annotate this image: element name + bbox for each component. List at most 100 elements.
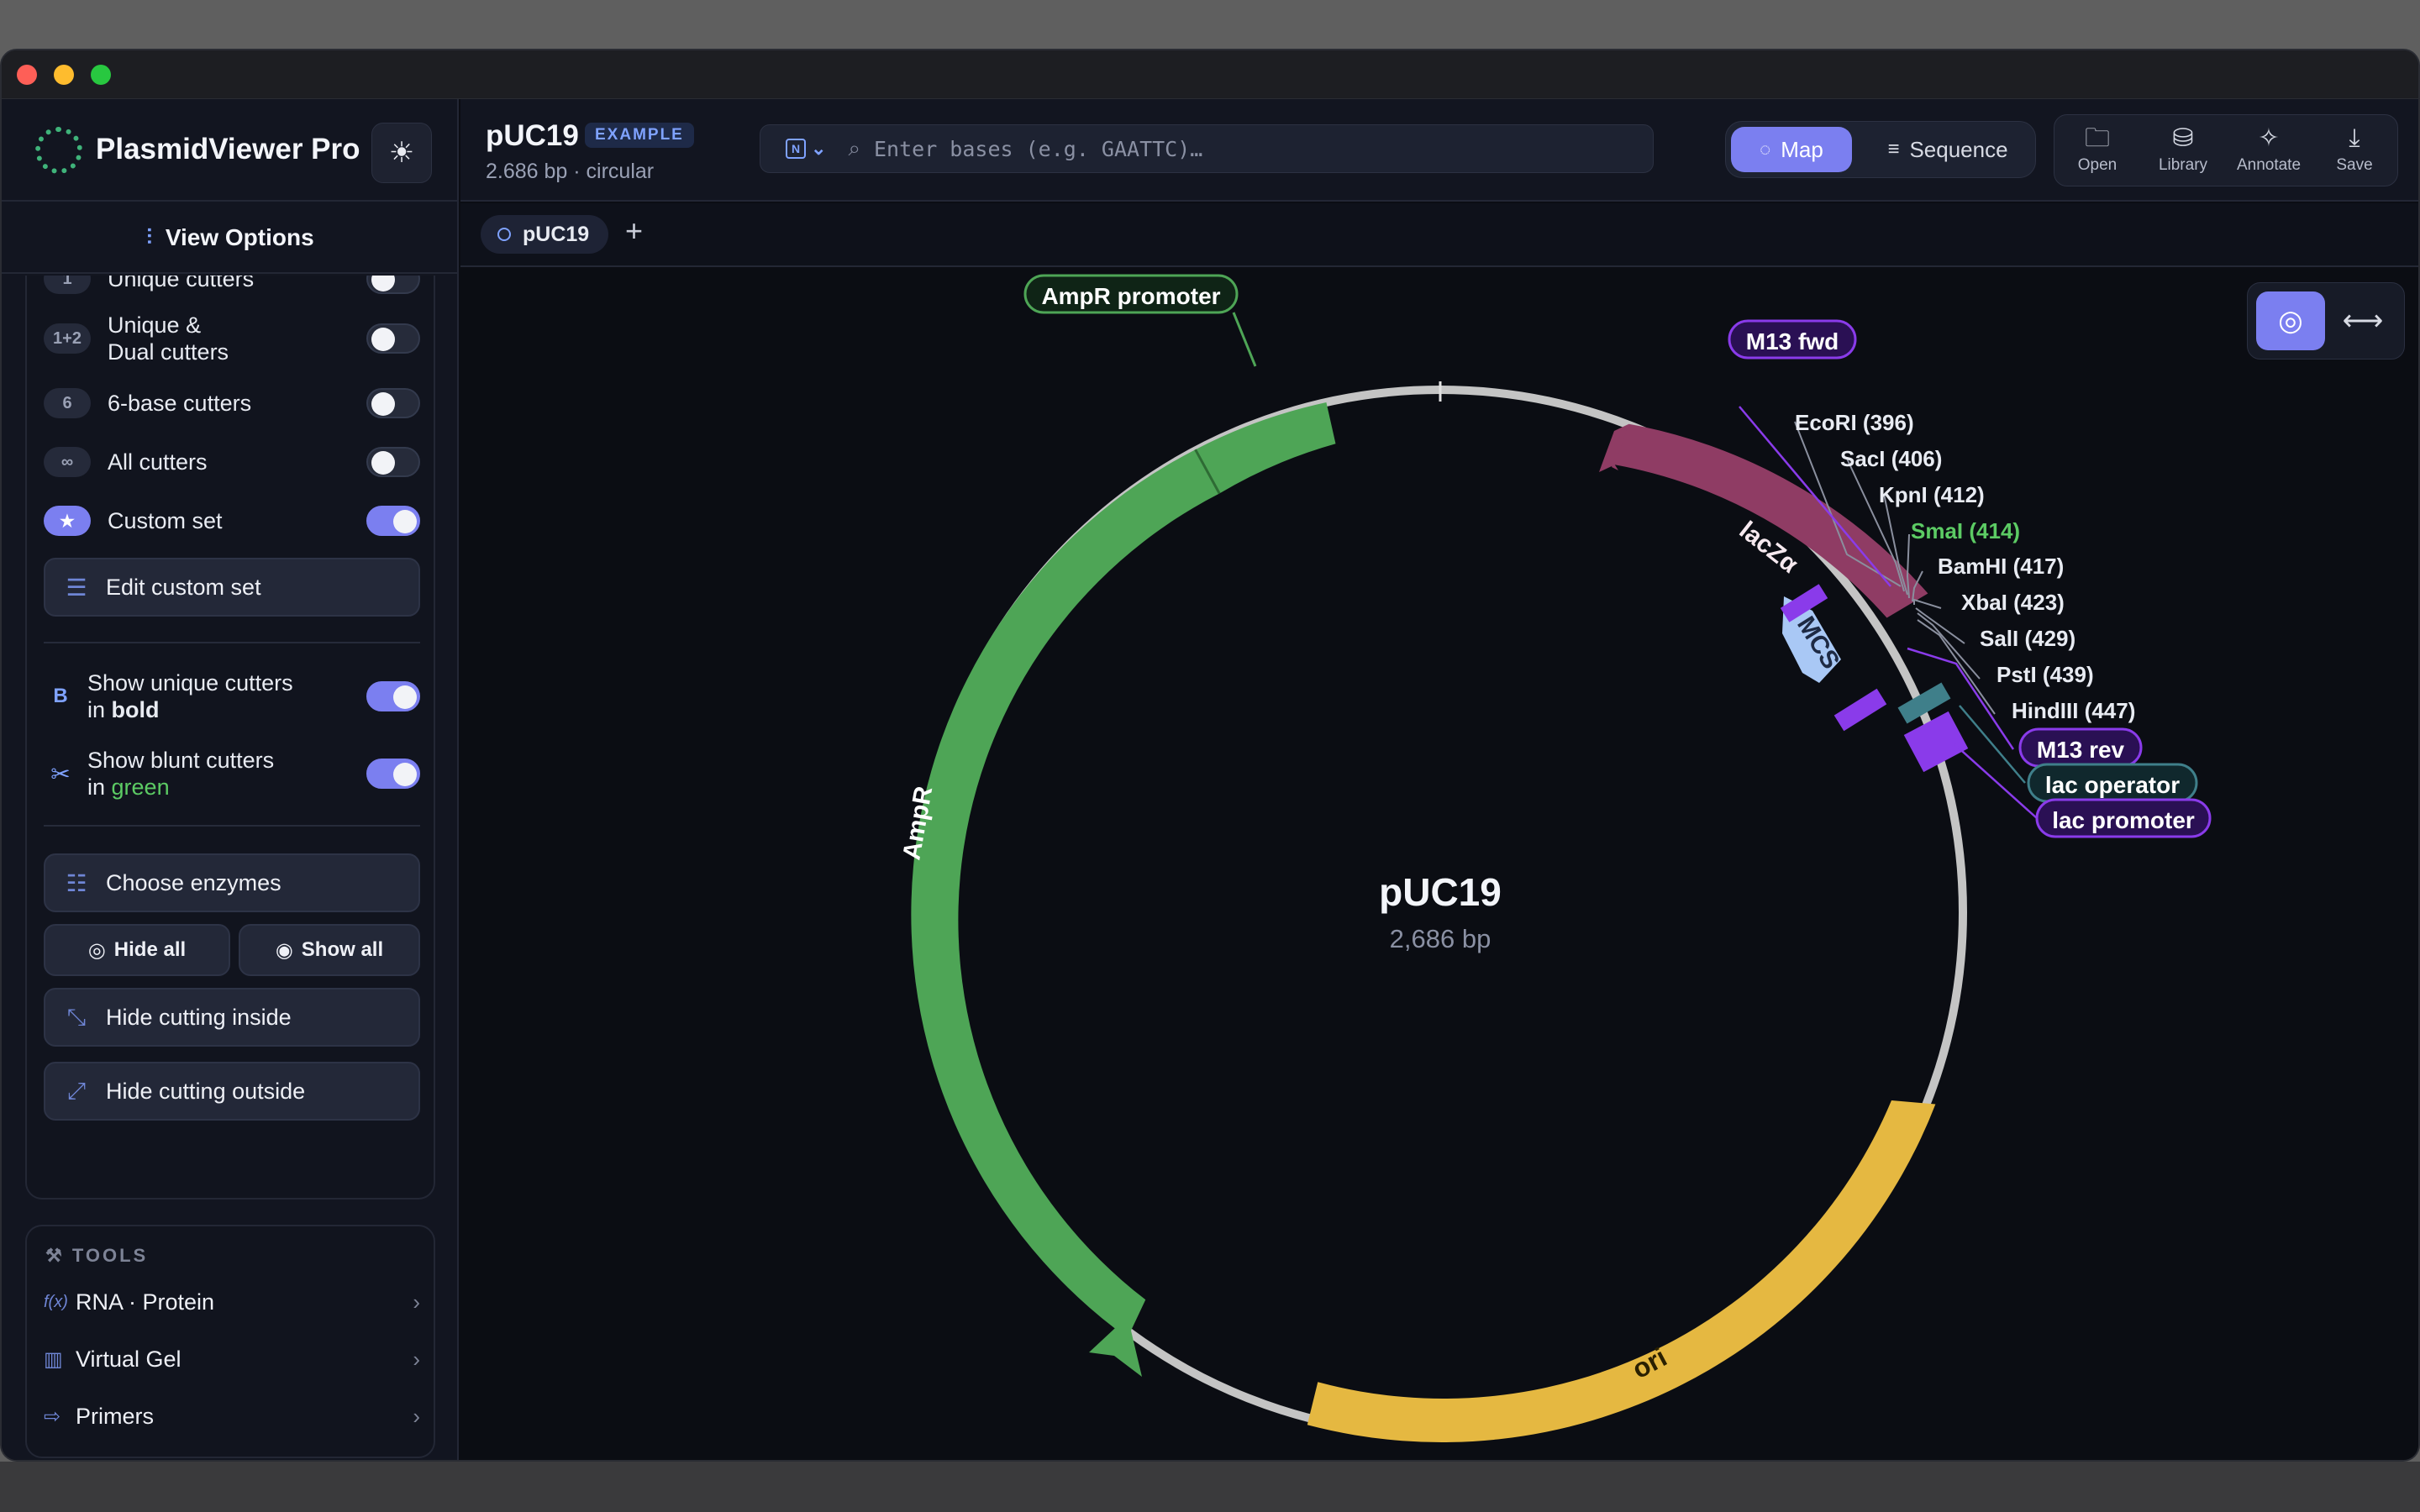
enzyme-saci-label[interactable]: SacI (406) [1840,446,1942,471]
option-unique-dual[interactable]: 1+2 Unique & Dual cutters [44,309,420,368]
edit-custom-set-button[interactable]: ☰ Edit custom set [44,558,420,617]
bold-icon: B [53,685,68,707]
enzyme-bamhi-label[interactable]: BamHI (417) [1938,554,2064,579]
sequence-type-dropdown[interactable]: N ⌄ [786,138,826,160]
chevron-right-icon: › [413,1289,420,1315]
desktop-bottom [0,1462,2420,1512]
arrow-icon: ⇨ [44,1404,61,1428]
tools-heading: ⚒ TOOLS [45,1245,148,1267]
tool-virtual-gel[interactable]: ▥ Virtual Gel › [44,1334,420,1384]
scissors-icon: ✂ [50,760,71,787]
option-blunt-green[interactable]: ✂ Show blunt cutters in green [44,744,420,803]
edit-custom-set-label: Edit custom set [106,574,261,600]
app-window: PlasmidViewer Pro ☀ ⫶ View Options 1 Uni… [0,49,2420,1462]
enzyme-sali-label[interactable]: SalI (429) [1980,626,2075,651]
library-button[interactable]: ⛁ Library [2140,115,2226,186]
desktop-top [0,0,2420,49]
tools-heading-label: TOOLS [71,1245,149,1266]
option-six-base[interactable]: 6 6-base cutters [44,385,420,422]
sliders-icon: ☰ [66,574,87,601]
sun-icon: ☀ [388,137,415,169]
plasmid-map: AmpR lacZα MCS ori pUC19 2,686 bp AmpR p… [897,274,2212,1442]
open-button[interactable]: 🗀 Open [2054,115,2140,186]
hide-cutting-outside-button[interactable]: ⤢ Hide cutting outside [44,1062,420,1121]
library-label: Library [2158,156,2208,174]
view-options-panel: 1 Unique cutters 1+2 Unique & Dual cutte… [25,276,435,1200]
unique-cutters-toggle[interactable] [366,276,420,294]
brand-header: PlasmidViewer Pro ☀ [2,99,459,202]
eye-off-icon: ◎ [87,938,106,962]
zoom-window-button[interactable] [91,65,111,85]
window-titlebar [2,50,2418,99]
circle-map-icon: ◌ [1760,139,1771,160]
m13-rev-primer-mark[interactable] [1833,688,1887,732]
expand-icon: ⤢ [66,1077,87,1104]
ori-feature[interactable] [1307,1100,1936,1442]
theme-toggle-button[interactable]: ☀ [371,123,432,183]
tool-primers[interactable]: ⇨ Primers › [44,1391,420,1441]
show-all-button[interactable]: ◉ Show all [239,924,420,976]
unique-cutters-label: Unique cutters [108,276,255,291]
document-tabbar: pUC19 + [460,203,2418,267]
blunt-green-toggle[interactable] [366,759,420,789]
view-options-header[interactable]: ⫶ View Options [2,203,459,274]
function-icon: f(x) [44,1292,68,1311]
tool-virtual-gel-label: Virtual Gel [76,1346,182,1372]
choose-enzymes-button[interactable]: ☷ Choose enzymes [44,853,420,912]
map-mode-label: Map [1781,136,1823,162]
custom-set-star-icon: ★ [44,506,91,536]
file-actions: 🗀 Open ⛁ Library ✧ Annotate ⤓ Save [2054,114,2398,186]
hide-all-button[interactable]: ◎ Hide all [44,924,230,976]
lac-operator-label: lac operator [2045,772,2180,798]
plasmid-tab-icon [497,228,511,241]
close-window-button[interactable] [17,65,37,85]
sequence-search-input[interactable] [874,136,1630,161]
add-tab-button[interactable]: + [625,213,643,249]
tool-rna-protein[interactable]: f(x) RNA · Protein › [44,1277,420,1327]
option-unique-cutters[interactable]: 1 Unique cutters [44,276,420,297]
enzyme-ecori-label[interactable]: EcoRI (396) [1795,410,1914,435]
all-cutters-toggle[interactable] [366,447,420,477]
enzyme-smai-label[interactable]: SmaI (414) [1911,518,2020,543]
option-custom-set[interactable]: ★ Custom set [44,502,420,539]
bold-unique-toggle[interactable] [366,681,420,711]
bold-unique-line1: Show unique cutters [87,670,293,696]
app-name: PlasmidViewer Pro [96,133,360,165]
example-badge: EXAMPLE [585,123,694,148]
enzyme-psti-label[interactable]: PstI (439) [1996,662,2094,687]
show-all-label: Show all [301,938,384,961]
view-options-label: View Options [165,224,314,250]
save-button[interactable]: ⤓ Save [2312,115,2397,186]
gel-icon: ▥ [44,1347,63,1371]
chevron-right-icon: › [413,1346,420,1372]
blunt-green-emph: green [111,774,170,800]
six-base-toggle[interactable] [366,388,420,418]
annotate-button[interactable]: ✧ Annotate [2226,115,2312,186]
unique-dual-badge: 1+2 [44,323,91,354]
blunt-green-prefix: in [87,774,112,800]
text-lines-icon: ≡ [1887,138,1900,160]
unique-dual-label-line2: Dual cutters [108,339,229,365]
sequence-mode-button[interactable]: ≡ Sequence [1865,127,2031,172]
hide-cutting-inside-button[interactable]: ⤡ Hide cutting inside [44,988,420,1047]
hide-inside-label: Hide cutting inside [106,1004,292,1030]
option-all-cutters[interactable]: ∞ All cutters [44,444,420,480]
map-mode-button[interactable]: ◌ Map [1731,127,1852,172]
document-title: pUC19 [486,119,579,152]
ampr-feature[interactable] [911,449,1220,1378]
top-toolbar: pUC19 EXAMPLE 2.686 bp · circular N ⌄ ⌕ … [460,99,2418,202]
search-icon: ⌕ [848,135,860,160]
enzyme-xbai-label[interactable]: XbaI (423) [1961,590,2065,615]
lac-promoter-mark[interactable] [1903,711,1969,773]
enzyme-kpni-label[interactable]: KpnI (412) [1879,482,1985,507]
magic-wand-icon: ✧ [2258,124,2280,152]
unique-dual-toggle[interactable] [366,323,420,354]
tab-puc19[interactable]: pUC19 [481,215,608,254]
custom-set-toggle[interactable] [366,506,420,536]
minimize-window-button[interactable] [54,65,74,85]
tools-panel: ⚒ TOOLS f(x) RNA · Protein › ▥ Virtual G… [25,1225,435,1458]
option-bold-unique[interactable]: B Show unique cutters in bold [44,667,420,726]
enzyme-hindiii-label[interactable]: HindIII (447) [2012,698,2135,723]
tools-icon: ⚒ [45,1245,72,1266]
list-icon: ☷ [66,869,87,896]
